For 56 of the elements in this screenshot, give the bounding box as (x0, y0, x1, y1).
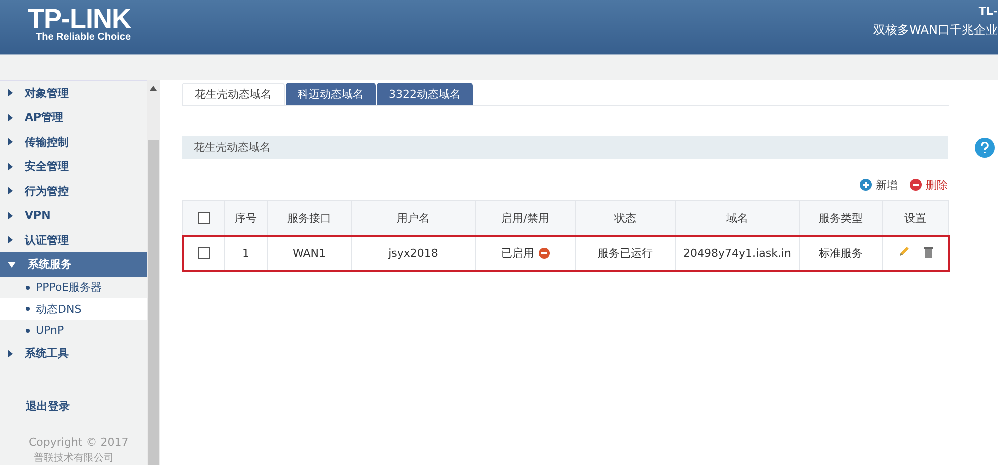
company-name: 普联技术有限公司 (34, 452, 115, 465)
column-header: 启用/禁用 (476, 200, 576, 236)
column-header: 域名 (676, 200, 800, 236)
delete-button[interactable]: 删除 (910, 176, 948, 194)
logo: TP-LINK (28, 6, 132, 32)
caret-icon (8, 138, 13, 146)
column-header: 服务接口 (268, 200, 352, 236)
checkbox[interactable] (198, 212, 210, 224)
bullet-icon (26, 328, 30, 333)
scroll-up-icon (150, 86, 157, 91)
sidebar-item[interactable]: 认证管理 (0, 228, 147, 252)
caret-icon (8, 262, 16, 268)
plus-icon (860, 179, 872, 191)
table-cell: 已启用 (502, 246, 534, 260)
caret-icon (8, 212, 13, 220)
section-title: 花生壳动态域名 (182, 136, 948, 159)
caret-icon (8, 162, 13, 171)
help-icon[interactable] (975, 138, 995, 158)
trash-icon[interactable] (924, 246, 932, 258)
tab[interactable]: 花生壳动态域名 (182, 83, 285, 105)
sidebar-item[interactable]: 系统工具 (0, 342, 147, 366)
column-header: 用户名 (352, 200, 476, 236)
checkbox[interactable] (198, 247, 210, 260)
sidebar-item[interactable]: 对象管理 (0, 81, 147, 106)
sidebar-item[interactable]: 安全管理 (0, 154, 147, 179)
sidebar-item[interactable]: VPN (0, 203, 147, 228)
minus-icon (910, 179, 922, 191)
sidebar-item[interactable]: 传输控制 (0, 130, 147, 154)
caret-icon (8, 187, 13, 196)
copyright: Copyright © 2017 (29, 436, 130, 449)
pencil-icon[interactable] (898, 246, 910, 258)
caret-icon (8, 114, 13, 122)
sidebar-item[interactable]: AP管理 (0, 105, 147, 130)
model-name: TL- (978, 5, 998, 18)
logout-link[interactable]: 退出登录 (26, 399, 147, 414)
tagline: The Reliable Choice (35, 32, 132, 43)
caret-icon (8, 236, 13, 244)
sidebar-subitem[interactable]: 动态DNS (0, 298, 147, 320)
scrollbar[interactable] (147, 80, 160, 465)
bullet-icon (26, 307, 30, 312)
bullet-icon (26, 286, 30, 290)
disable-icon[interactable] (538, 248, 550, 258)
sidebar-subitem[interactable]: PPPoE服务器 (0, 276, 147, 298)
product-name: 双核多WAN口千兆企业 (874, 22, 998, 39)
sidebar-item[interactable]: 系统服务 (0, 252, 147, 277)
sidebar-item[interactable]: 行为管控 (0, 178, 147, 204)
column-header: 设置 (882, 200, 948, 236)
tab[interactable]: 科迈动态域名 (286, 83, 376, 105)
column-header: 状态 (576, 200, 676, 236)
tab[interactable]: 3322动态域名 (377, 83, 473, 105)
column-header: 序号 (224, 200, 268, 236)
add-button[interactable]: 新增 (860, 176, 898, 194)
sidebar-subitem[interactable]: UPnP (0, 320, 147, 342)
caret-icon (8, 89, 13, 98)
column-header: 服务类型 (800, 200, 882, 236)
caret-icon (8, 350, 13, 358)
